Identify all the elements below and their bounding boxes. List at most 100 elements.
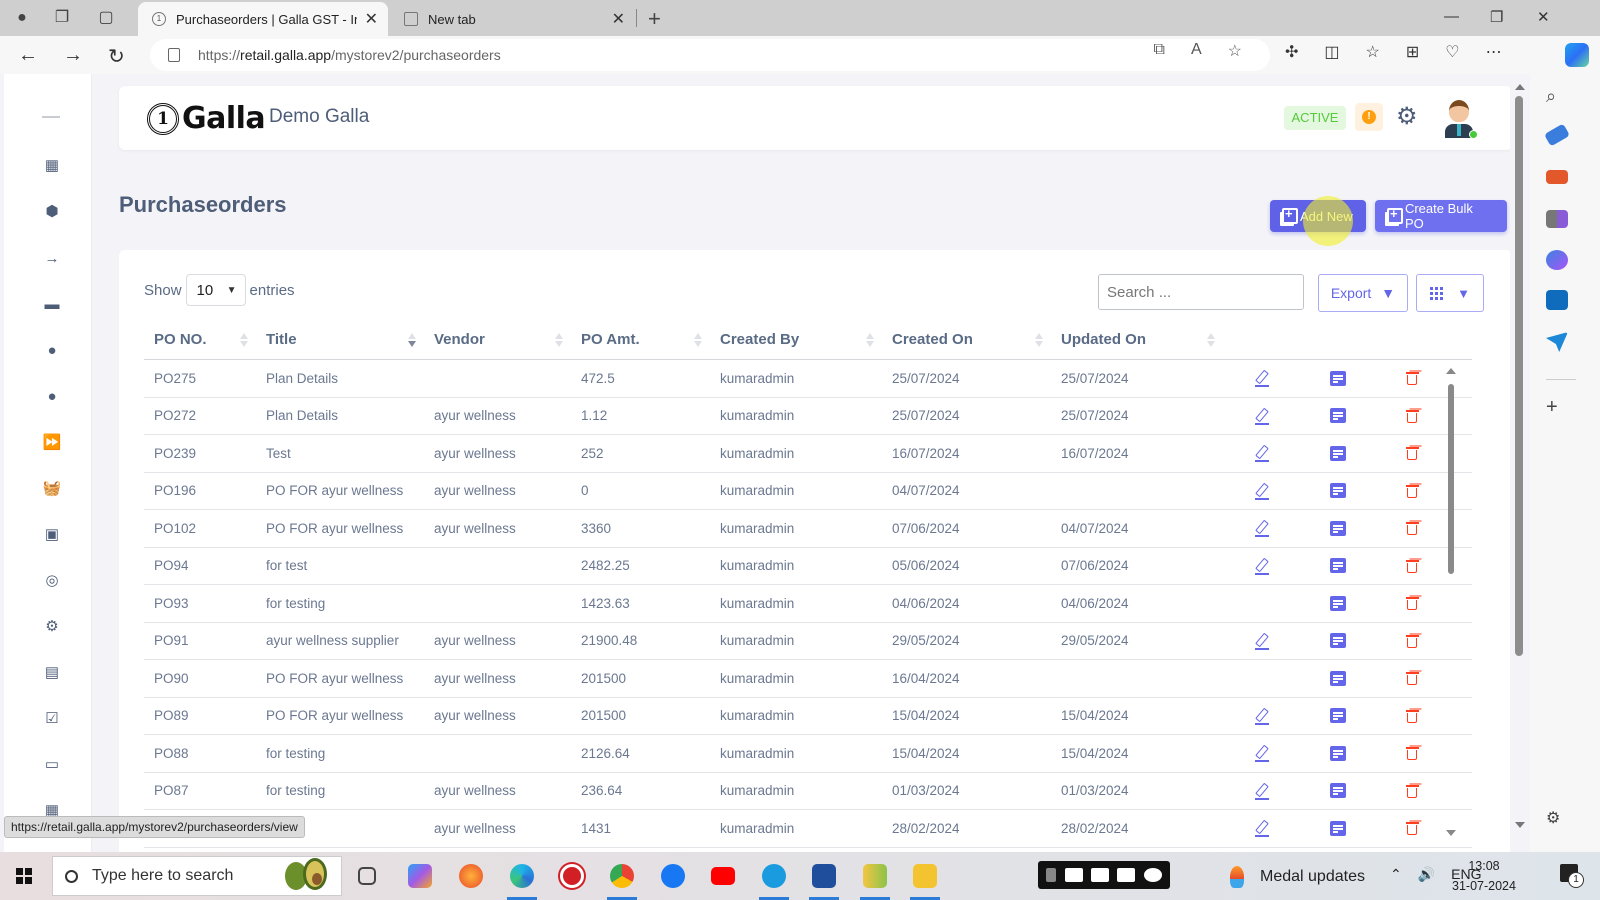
close-tab-icon[interactable]: ✕ (612, 9, 625, 29)
user-avatar[interactable] (1441, 96, 1478, 142)
notifications-icon[interactable] (1560, 864, 1584, 888)
galla-logo[interactable]: 1 Galla (147, 101, 266, 136)
open-in-app-icon[interactable]: ⧉ (1154, 41, 1165, 61)
delete-icon[interactable] (1405, 408, 1419, 424)
chrome-icon[interactable] (610, 864, 634, 888)
view-details-icon[interactable] (1330, 520, 1346, 536)
edit-icon[interactable] (1254, 407, 1270, 425)
view-details-icon[interactable] (1330, 483, 1346, 499)
delete-icon[interactable] (1405, 558, 1419, 574)
scroll-thumb[interactable] (1515, 96, 1523, 656)
delete-icon[interactable] (1405, 445, 1419, 461)
report-icon[interactable]: ▤ (42, 663, 62, 683)
edit-icon[interactable] (1254, 444, 1270, 463)
page-scrollbar[interactable] (1510, 74, 1530, 852)
windows-start-icon[interactable] (16, 868, 32, 884)
tab-new-tab[interactable]: New tab ✕ (390, 2, 635, 36)
more-menu-icon[interactable]: ⋯ (1486, 42, 1502, 62)
edit-icon[interactable] (1254, 819, 1270, 838)
scroll-down-icon[interactable] (1515, 822, 1525, 828)
column-header-po-no[interactable]: PO NO. (144, 320, 256, 359)
view-details-icon[interactable] (1330, 745, 1346, 761)
add-new-button[interactable]: Add New (1270, 200, 1366, 232)
table-row[interactable]: PO94 for test 2482.25 kumaradmin 05/06/2024 0… (144, 548, 1472, 585)
customer-icon[interactable]: ● (42, 341, 62, 361)
table-row[interactable]: PO272 Plan Details ayur wellness 1.12 kumara… (144, 398, 1472, 435)
back-icon[interactable]: ← (18, 44, 38, 67)
lock-icon[interactable] (168, 48, 180, 62)
view-details-icon[interactable] (1330, 408, 1346, 424)
edit-icon[interactable] (1254, 557, 1270, 575)
search-input[interactable] (1098, 274, 1304, 310)
table-row[interactable]: PO88 for testing 2126.64 kumaradmin 15/04/20… (144, 735, 1472, 773)
table-row[interactable]: PO196 PO FOR ayur wellness ayur wellness 0 k… (144, 473, 1472, 510)
video-record-icon[interactable] (1090, 868, 1109, 882)
view-details-icon[interactable] (1330, 708, 1346, 724)
delete-icon[interactable] (1405, 520, 1419, 536)
delete-icon[interactable] (1405, 783, 1419, 799)
games-icon[interactable] (1546, 210, 1568, 228)
column-header-created-on[interactable]: Created On (882, 320, 1051, 359)
export-button[interactable]: Export ▼ (1318, 274, 1408, 312)
column-header-po-amt[interactable]: PO Amt. (571, 320, 710, 359)
column-header-vendor[interactable]: Vendor (424, 320, 571, 359)
delete-icon[interactable] (1405, 370, 1419, 386)
task-view-icon[interactable] (358, 867, 376, 885)
table-row[interactable]: PO275 Plan Details 472.5 kumaradmin 25/07/20… (144, 360, 1472, 398)
view-details-icon[interactable] (1330, 783, 1346, 799)
products-box-icon[interactable]: ⬢ (42, 202, 62, 222)
new-tab-button[interactable]: + (648, 6, 661, 32)
column-visibility-button[interactable]: ▼ (1416, 274, 1484, 312)
taskbar-clock[interactable]: 13:08 31-07-2024 (1452, 856, 1516, 896)
table-row[interactable]: PO89 PO FOR ayur wellness ayur wellness 201… (144, 698, 1472, 735)
record-icon[interactable] (560, 864, 584, 888)
cash-icon[interactable]: ▭ (42, 755, 62, 775)
page-size-select[interactable]: 10 ▼ (185, 274, 246, 306)
collections-icon[interactable]: ⊞ (1406, 42, 1419, 62)
table-row[interactable]: PO239 Test ayur wellness 252 kumaradmin 16/07… (144, 435, 1472, 473)
favorite-star-icon[interactable]: ☆ (1228, 41, 1242, 61)
facebook-icon[interactable] (661, 864, 685, 888)
delete-icon[interactable] (1405, 633, 1419, 649)
medal-updates-widget[interactable]: Medal updates (1230, 866, 1365, 888)
view-details-icon[interactable] (1330, 633, 1346, 649)
tab-purchaseorders[interactable]: 1 Purchaseorders | Galla GST - Inve ✕ (138, 2, 388, 36)
edit-icon[interactable] (1254, 632, 1270, 650)
browser-essentials-icon[interactable]: ♡ (1445, 42, 1459, 62)
microsoft-store-icon[interactable] (812, 864, 836, 888)
scroll-down-icon[interactable] (1446, 830, 1456, 836)
firefox-icon[interactable] (459, 864, 483, 888)
delete-icon[interactable] (1405, 820, 1419, 836)
dashboard-icon[interactable]: ▦ (42, 156, 62, 176)
send-icon[interactable] (1546, 332, 1568, 352)
delete-icon[interactable] (1405, 670, 1419, 686)
forward-icon[interactable]: → (63, 44, 83, 67)
basket-icon[interactable]: 🧺 (42, 479, 62, 499)
table-row[interactable]: PO90 PO FOR ayur wellness ayur wellness 201… (144, 660, 1472, 698)
view-details-icon[interactable] (1330, 558, 1346, 574)
read-aloud-icon[interactable]: A (1191, 41, 1202, 61)
view-details-icon[interactable] (1330, 820, 1346, 836)
file-explorer-icon[interactable] (913, 864, 937, 888)
delete-icon[interactable] (1405, 595, 1419, 611)
edit-icon[interactable] (1254, 782, 1270, 800)
checkbox-icon[interactable]: ☑ (42, 709, 62, 729)
discount-ticket-icon[interactable]: ▬ (42, 295, 62, 315)
copilot-icon[interactable] (1565, 43, 1589, 67)
skype-icon[interactable] (762, 864, 786, 888)
table-row[interactable]: PO91 ayur wellness supplier ayur wellness 2… (144, 623, 1472, 660)
create-bulk-po-button[interactable]: Create Bulk PO (1375, 200, 1507, 232)
arrow-right-icon[interactable]: → (42, 249, 62, 269)
url-field[interactable]: https://retail.galla.app/mystorev2/purch… (150, 39, 1270, 71)
favorites-icon[interactable]: ☆ (1366, 42, 1380, 62)
tab-actions-icon[interactable]: ▢ (96, 8, 116, 28)
tools-icon[interactable] (1546, 170, 1568, 184)
fast-forward-icon[interactable]: ⏩ (42, 433, 62, 453)
minimize-icon[interactable]: — (1444, 8, 1459, 25)
search-icon[interactable]: ⌕ (1546, 86, 1568, 106)
contacts-icon[interactable]: ▣ (42, 525, 62, 545)
view-details-icon[interactable] (1330, 370, 1346, 386)
view-details-icon[interactable] (1330, 595, 1346, 611)
edge-settings-icon[interactable]: ⚙ (1546, 808, 1568, 828)
delete-icon[interactable] (1405, 745, 1419, 761)
